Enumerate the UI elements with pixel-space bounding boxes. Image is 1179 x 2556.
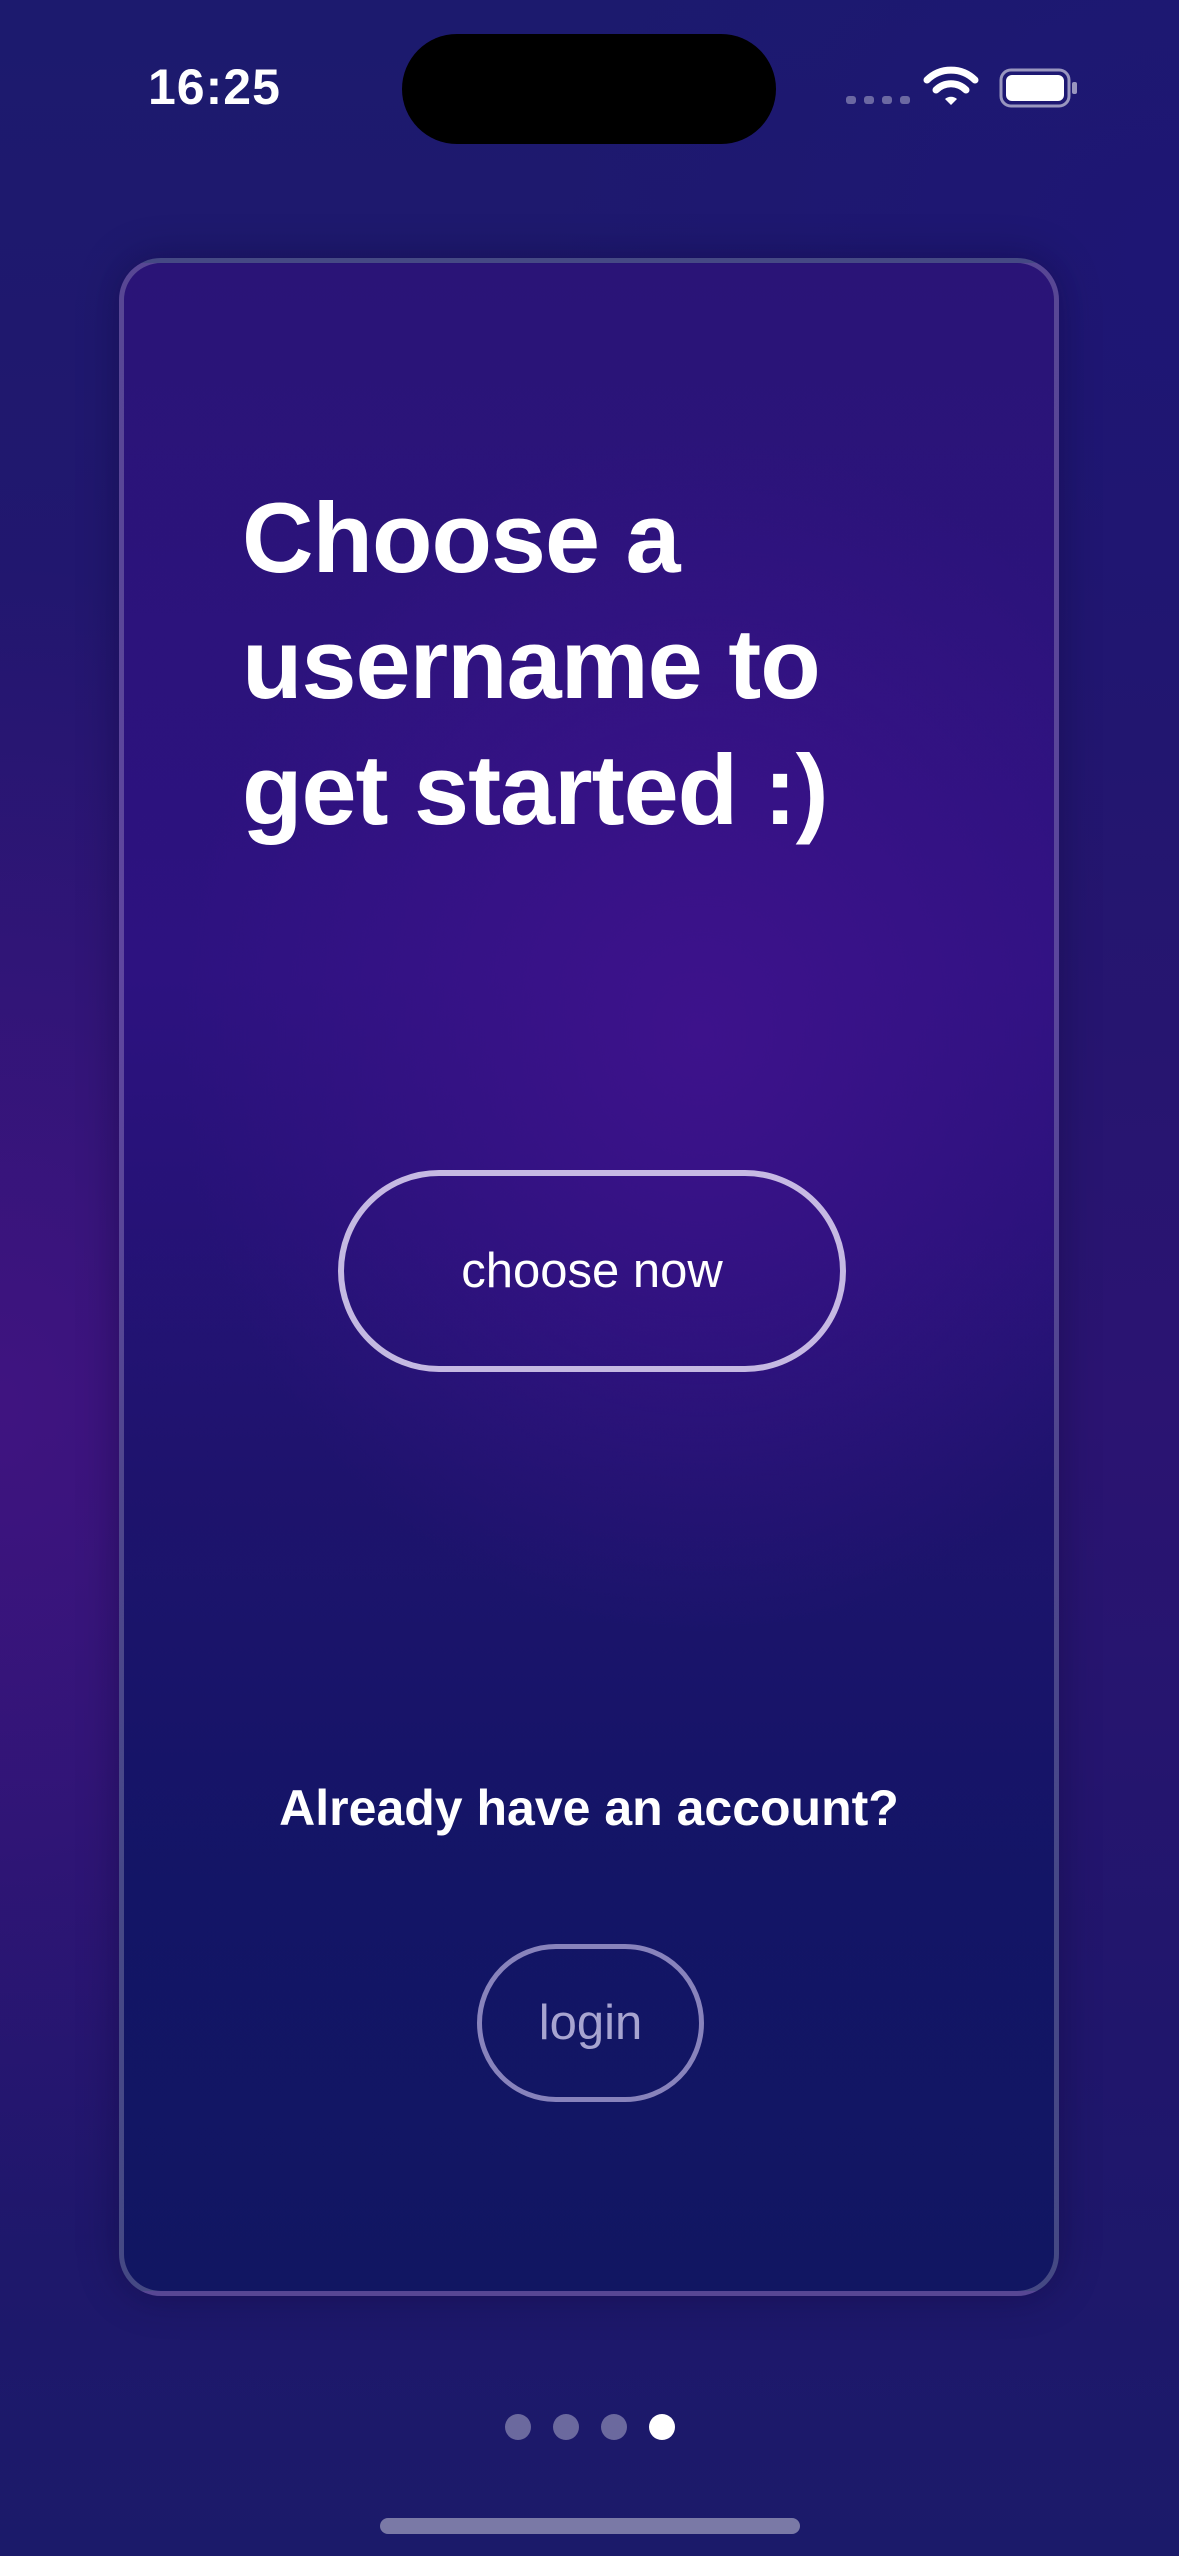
already-have-account-text: Already have an account? — [279, 1780, 899, 1836]
headline-line: Choose a — [242, 482, 681, 593]
signal-icon — [846, 96, 910, 104]
home-indicator[interactable] — [380, 2518, 800, 2534]
page-dot[interactable] — [553, 2414, 579, 2440]
page-dot[interactable] — [505, 2414, 531, 2440]
onboarding-card: Choose a username to get started :) choo… — [119, 258, 1059, 2296]
page-dot-active[interactable] — [649, 2414, 675, 2440]
headline-line: username to — [242, 608, 821, 719]
page-indicator[interactable] — [505, 2414, 675, 2440]
login-button[interactable]: login — [477, 1944, 704, 2102]
page-title: Choose a username to get started :) — [242, 475, 942, 853]
choose-now-button[interactable]: choose now — [338, 1170, 846, 1372]
dynamic-island — [402, 34, 776, 144]
wifi-icon — [923, 66, 979, 105]
page-dot[interactable] — [601, 2414, 627, 2440]
status-bar: 16:25 — [0, 0, 1179, 160]
battery-icon — [999, 68, 1077, 108]
headline-line: get started :) — [242, 734, 829, 845]
status-time: 16:25 — [148, 59, 281, 115]
